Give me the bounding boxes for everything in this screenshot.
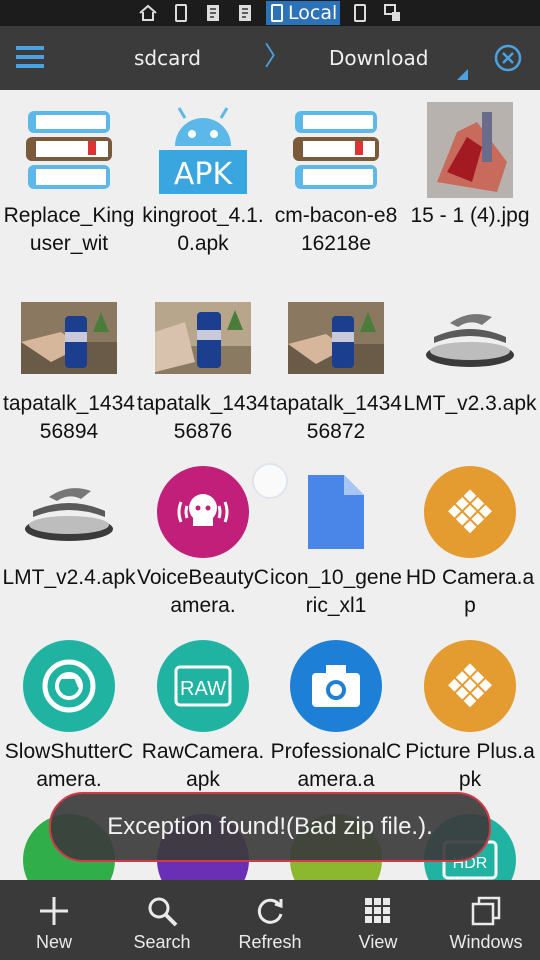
close-icon[interactable] [493, 43, 523, 73]
raw-badge: RAW [180, 678, 226, 700]
phone-icon [271, 4, 283, 22]
document-icon [239, 5, 251, 21]
devices-icon [384, 4, 400, 21]
raw-icon: RAW [153, 636, 253, 736]
file-item[interactable]: HD Camera.ap [403, 452, 537, 626]
status-bar: Local [0, 0, 540, 26]
file-name: tapatalk_143456872 [270, 392, 402, 443]
refresh-button[interactable]: Refresh [216, 880, 324, 960]
file-name: kingroot_4.1.0.apk [142, 204, 264, 255]
plus-icon [40, 897, 68, 925]
file-item[interactable]: cm-bacon-e816218e [269, 90, 403, 264]
file-name: 15 - 1 (4).jpg [410, 204, 530, 227]
voice-beauty-icon [153, 462, 253, 562]
file-item[interactable]: VoiceBeautyCamera. [136, 452, 270, 626]
file-item[interactable]: tapatalk_143456894 [2, 278, 136, 452]
search-icon [148, 897, 178, 927]
file-name: Picture Plus.apk [405, 740, 535, 791]
file-item[interactable]: tapatalk_143456872 [269, 278, 403, 452]
book-stack-icon [286, 100, 386, 200]
file-grid: Replace_Kinguser_wit APK kingroot_4.1.0.… [0, 90, 540, 880]
shutter-icon [19, 636, 119, 736]
file-name: tapatalk_143456876 [137, 392, 269, 443]
view-button[interactable]: View [324, 880, 432, 960]
diamond-grid-icon [420, 462, 520, 562]
app-header: sdcard 〉 Download [0, 26, 540, 90]
new-label: New [35, 932, 72, 952]
view-label: View [358, 932, 398, 952]
windows-button[interactable]: Windows [432, 880, 540, 960]
photo-thumbnail [420, 100, 520, 200]
diamond-grid-icon [420, 636, 520, 736]
breadcrumb-root[interactable]: sdcard [134, 26, 201, 90]
search-label: Search [133, 932, 191, 952]
file-item[interactable]: APK kingroot_4.1.0.apk [136, 90, 270, 264]
breadcrumb-separator: 〉 [264, 42, 291, 72]
error-toast: Exception found!(Bad zip file.). [49, 792, 491, 862]
file-item[interactable]: tapatalk_143456876 [136, 278, 270, 452]
breadcrumb-current[interactable]: Download [329, 26, 428, 90]
photo-thumbnail [153, 288, 253, 388]
phone-icon [354, 4, 366, 22]
refresh-label: Refresh [238, 932, 302, 952]
file-name: LMT_v2.4.apk [2, 566, 136, 589]
file-item[interactable]: SlowShutterCamera. [2, 626, 136, 800]
file-item[interactable]: Picture Plus.apk [403, 626, 537, 800]
windows-label: Windows [449, 932, 523, 952]
apk-badge: APK [174, 157, 234, 192]
phone-icon [175, 4, 187, 22]
book-stack-icon [19, 100, 119, 200]
lmt-icon [420, 288, 520, 388]
photo-thumbnail [19, 288, 119, 388]
file-item[interactable]: ProfessionalCamera.a [269, 626, 403, 800]
file-name: tapatalk_143456894 [3, 392, 135, 443]
generic-file-icon [286, 462, 386, 562]
document-icon [207, 5, 219, 21]
file-name: LMT_v2.3.apk [403, 392, 537, 415]
apk-android-icon: APK [153, 100, 253, 200]
dropdown-triangle-icon[interactable] [457, 69, 468, 80]
grid-view-icon [365, 898, 390, 923]
file-item[interactable]: LMT_v2.3.apk [403, 278, 537, 452]
search-button[interactable]: Search [108, 880, 216, 960]
loading-spinner [252, 463, 288, 499]
local-tab[interactable]: Local [266, 1, 340, 25]
file-name: VoiceBeautyCamera. [137, 566, 269, 617]
bottom-toolbar: New Search Refresh View Windows [0, 880, 540, 960]
refresh-icon [257, 898, 283, 924]
file-name: Replace_Kinguser_wit [3, 204, 135, 255]
menu-icon[interactable] [14, 40, 48, 74]
local-label: Local [288, 2, 338, 24]
windows-icon [471, 896, 501, 926]
file-name: HD Camera.ap [405, 566, 535, 617]
file-item[interactable]: LMT_v2.4.apk [2, 452, 136, 626]
file-item[interactable]: icon_10_generic_xl1 [269, 452, 403, 626]
home-icon [139, 4, 157, 21]
photo-thumbnail [286, 288, 386, 388]
file-name: ProfessionalCamera.a [270, 740, 402, 791]
camera-icon [286, 636, 386, 736]
file-name: cm-bacon-e816218e [274, 204, 398, 255]
file-item[interactable]: Replace_Kinguser_wit [2, 90, 136, 264]
lmt-icon [19, 462, 119, 562]
file-name: SlowShutterCamera. [4, 740, 134, 791]
file-name: icon_10_generic_xl1 [270, 566, 402, 617]
file-item[interactable]: 15 - 1 (4).jpg [403, 90, 537, 264]
file-item[interactable]: RAW RawCamera.apk [136, 626, 270, 800]
file-name: RawCamera.apk [141, 740, 265, 791]
new-button[interactable]: New [0, 880, 108, 960]
